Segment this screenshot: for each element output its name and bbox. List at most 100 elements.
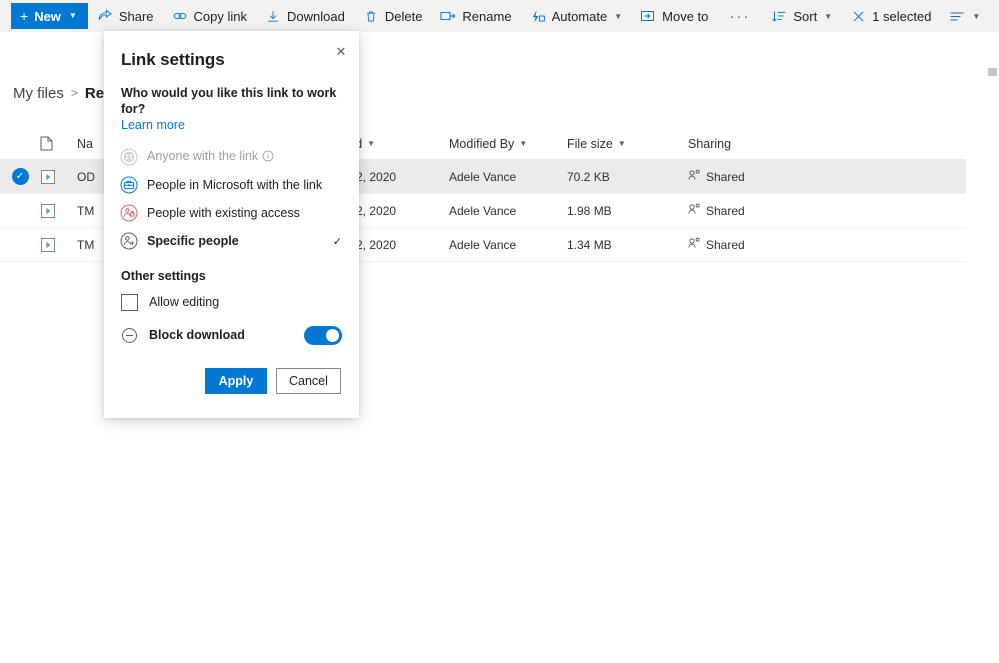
shared-people-icon	[688, 237, 701, 252]
row-modified-by: Adele Vance	[449, 169, 517, 184]
close-icon[interactable]: ✕	[327, 39, 355, 65]
info-icon[interactable]	[262, 150, 274, 165]
checkmark-icon[interactable]: ✓	[11, 168, 29, 185]
share-icon	[97, 8, 113, 24]
row-sharing[interactable]: Shared	[688, 237, 848, 252]
dialog-actions: Apply Cancel	[104, 350, 359, 418]
copy-link-label: Copy link	[193, 8, 248, 24]
list-view-icon	[949, 8, 965, 24]
chevron-down-icon: ▼	[519, 139, 528, 148]
video-file-icon	[40, 237, 77, 253]
breadcrumb-item-my-files[interactable]: My files	[13, 85, 64, 102]
scrollbar-thumb[interactable]	[988, 68, 997, 76]
option-label: Anyone with the link	[147, 149, 342, 165]
video-file-icon	[40, 203, 77, 219]
option-specific-people[interactable]: Specific people ✓	[104, 227, 359, 255]
block-download-label: Block download	[149, 328, 245, 342]
details-pane-button[interactable]	[989, 0, 999, 32]
column-header-file-size-label: File size	[567, 136, 613, 151]
dialog-title: Link settings	[121, 50, 225, 69]
row-file-size: 70.2 KB	[567, 169, 610, 184]
globe-icon	[120, 148, 138, 166]
video-file-icon	[40, 169, 77, 185]
view-options-button[interactable]: ▼	[940, 0, 989, 32]
column-header-name-label: Na	[77, 136, 93, 151]
row-sharing[interactable]: Shared	[688, 203, 848, 218]
rename-label: Rename	[462, 8, 512, 24]
command-bar-left-group: + New ▼ Share Copy link Download Delete …	[0, 0, 762, 32]
chevron-down-icon: ▼	[367, 139, 376, 148]
more-commands-button[interactable]: ···	[717, 0, 762, 32]
copy-link-button[interactable]: Copy link	[163, 0, 256, 32]
plus-icon: +	[20, 8, 29, 24]
download-icon	[265, 8, 281, 24]
learn-more-link[interactable]: Learn more	[104, 117, 359, 132]
automate-label: Automate	[551, 8, 608, 24]
row-sharing-label: Shared	[706, 203, 745, 218]
command-bar: + New ▼ Share Copy link Download Delete …	[0, 0, 999, 32]
chevron-down-icon: ▼	[972, 11, 981, 21]
shared-people-icon	[688, 169, 701, 184]
option-label: People with existing access	[147, 206, 300, 220]
vertical-scrollbar[interactable]	[985, 32, 999, 663]
rename-icon	[440, 8, 456, 24]
option-anyone-with-the-link: Anyone with the link	[104, 143, 359, 171]
option-label: Specific people	[147, 234, 239, 248]
sort-button[interactable]: Sort ▼	[762, 0, 841, 32]
share-button[interactable]: Share	[88, 0, 163, 32]
sort-icon	[771, 8, 787, 24]
delete-button[interactable]: Delete	[354, 0, 432, 32]
column-header-file-size[interactable]: File size ▼	[567, 137, 688, 151]
dialog-question: Who would you like this link to work for…	[121, 86, 337, 116]
cancel-button[interactable]: Cancel	[276, 368, 341, 394]
download-button[interactable]: Download	[256, 0, 354, 32]
download-label: Download	[287, 8, 345, 24]
allow-editing-label: Allow editing	[149, 295, 220, 309]
column-header-sharing-label: Sharing	[688, 136, 732, 151]
allow-editing-checkbox[interactable]	[121, 293, 138, 311]
new-button-label: New	[34, 8, 61, 24]
chevron-down-icon: ▼	[617, 139, 626, 148]
row-modified-by: Adele Vance	[449, 203, 517, 218]
trash-icon	[363, 8, 379, 24]
row-sharing-label: Shared	[706, 237, 745, 252]
breadcrumb: My files > Rec	[0, 78, 112, 108]
person-add-icon	[120, 232, 138, 250]
other-settings-title: Other settings	[121, 269, 206, 283]
row-file-size: 1.98 MB	[567, 203, 612, 218]
sort-label: Sort	[793, 8, 818, 24]
column-header-modified-by[interactable]: Modified By ▼	[449, 137, 567, 151]
option-label: People in Microsoft with the link	[147, 178, 323, 192]
close-x-icon	[850, 8, 866, 24]
option-anyone-label: Anyone with the link	[147, 149, 259, 163]
move-to-button[interactable]: Move to	[631, 0, 717, 32]
row-modified-by: Adele Vance	[449, 237, 517, 252]
row-sharing[interactable]: Shared	[688, 169, 848, 184]
selection-count-button[interactable]: 1 selected	[841, 0, 940, 32]
option-people-with-existing-access[interactable]: People with existing access	[104, 199, 359, 227]
block-download-toggle[interactable]	[304, 325, 342, 345]
new-button[interactable]: + New ▼	[11, 3, 88, 29]
option-people-in-microsoft[interactable]: People in Microsoft with the link	[104, 171, 359, 199]
rename-button[interactable]: Rename	[431, 0, 520, 32]
apply-button[interactable]: Apply	[205, 368, 267, 394]
row-sharing-label: Shared	[706, 169, 745, 184]
allow-editing-row[interactable]: Allow editing	[104, 287, 359, 317]
chevron-down-icon: ▼	[614, 11, 623, 21]
file-type-column-icon	[40, 136, 77, 151]
checkmark-icon: ✓	[332, 235, 342, 248]
block-download-row[interactable]: Block download	[104, 320, 359, 350]
move-to-icon	[640, 8, 656, 24]
block-download-icon	[121, 327, 138, 344]
row-select-checkbox[interactable]: ✓	[0, 168, 40, 185]
audience-option-list: Anyone with the link People in Microsoft…	[104, 132, 359, 255]
move-to-label: Move to	[662, 8, 709, 24]
briefcase-icon	[120, 176, 138, 194]
shared-people-icon	[688, 203, 701, 218]
automate-button[interactable]: Automate ▼	[521, 0, 632, 32]
breadcrumb-separator-icon: >	[70, 86, 78, 100]
share-label: Share	[118, 8, 154, 24]
column-header-sharing[interactable]: Sharing	[688, 137, 848, 151]
toggle-knob	[326, 328, 339, 342]
link-settings-dialog: ✕ Link settings Who would you like this …	[104, 31, 359, 418]
